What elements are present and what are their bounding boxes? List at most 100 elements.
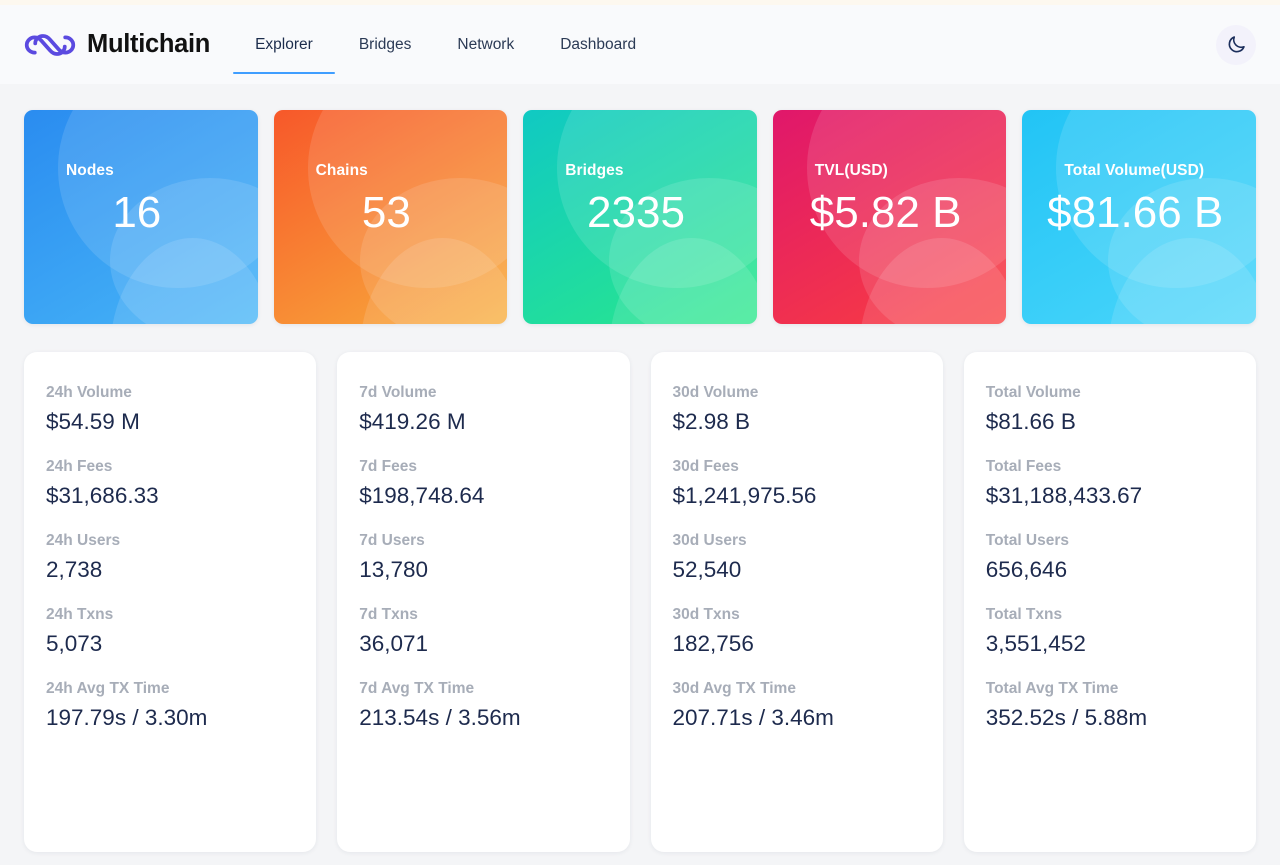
hero-card-value: $81.66 B	[1047, 188, 1224, 237]
metric-label: 24h Avg TX Time	[46, 680, 170, 697]
metric-value: 2,738	[46, 557, 103, 582]
decorative-blob	[110, 238, 258, 324]
metric-label: 7d Users	[359, 532, 425, 549]
metric-value: $198,748.64	[359, 483, 485, 508]
metric-item: 24h Volume $54.59 M	[46, 384, 294, 435]
hero-card-nodes[interactable]: Nodes 16	[24, 110, 258, 324]
main-content: Nodes 16 Chains 53 Bridges 2335 TVL(USD)…	[0, 84, 1280, 865]
nav-label: Explorer	[255, 35, 313, 53]
metric-label: 24h Fees	[46, 458, 113, 475]
metric-label: 30d Avg TX Time	[672, 680, 796, 697]
app-header: Multichain Explorer Bridges Network Dash…	[0, 5, 1280, 84]
metric-item: 30d Avg TX Time 207.71s / 3.46m	[673, 680, 921, 731]
metric-label: Total Users	[985, 532, 1070, 549]
hero-card-value: $5.82 B	[809, 188, 962, 237]
metric-value: 182,756	[672, 631, 754, 656]
decorative-blob	[609, 238, 757, 324]
hero-card-label: Bridges	[565, 162, 624, 179]
metric-label: 30d Txns	[672, 606, 740, 623]
nav-item-dashboard[interactable]: Dashboard	[537, 5, 659, 84]
metric-value: 13,780	[359, 557, 429, 582]
metric-value: 207.71s / 3.46m	[672, 705, 834, 730]
metric-value: $2.98 B	[672, 409, 751, 434]
metric-value: 197.79s / 3.30m	[46, 705, 208, 730]
metric-item: 30d Fees $1,241,975.56	[673, 458, 921, 509]
brand-name: Multichain	[87, 30, 211, 58]
hero-card-value: 16	[112, 188, 162, 237]
metric-label: Total Volume	[985, 384, 1081, 401]
metric-label: 30d Fees	[672, 458, 739, 475]
decorative-blob	[1108, 238, 1256, 324]
metric-item: 7d Fees $198,748.64	[359, 458, 607, 509]
metric-item: 24h Users 2,738	[46, 532, 294, 583]
nav-label: Dashboard	[560, 35, 637, 53]
hero-card-value: 53	[361, 188, 411, 237]
metric-label: 24h Txns	[46, 606, 114, 623]
hero-card-chains[interactable]: Chains 53	[273, 110, 508, 324]
metric-label: 7d Txns	[359, 606, 418, 623]
metric-item: 7d Users 13,780	[359, 532, 607, 583]
metric-item: 7d Avg TX Time 213.54s / 3.56m	[359, 680, 607, 731]
metric-item: Total Txns 3,551,452	[986, 606, 1234, 657]
metric-value: 52,540	[672, 557, 742, 582]
metric-value: $54.59 M	[46, 409, 140, 434]
metric-label: 7d Avg TX Time	[359, 680, 475, 697]
metric-panel-30d: 30d Volume $2.98 B 30d Fees $1,241,975.5…	[650, 352, 943, 852]
header-actions	[1216, 24, 1256, 65]
nav-label: Network	[457, 35, 515, 53]
metric-panel-total: Total Volume $81.66 B Total Fees $31,188…	[963, 352, 1256, 852]
metric-value: $31,686.33	[46, 483, 159, 508]
dark-mode-toggle-button[interactable]	[1216, 24, 1256, 65]
metric-panel-7d: 7d Volume $419.26 M 7d Fees $198,748.64 …	[337, 352, 630, 852]
metric-item: 30d Volume $2.98 B	[673, 384, 921, 435]
decorative-blob	[858, 238, 1007, 324]
hero-card-bridges[interactable]: Bridges 2335	[523, 110, 757, 324]
nav-item-explorer[interactable]: Explorer	[232, 5, 336, 84]
metric-label: 7d Volume	[359, 384, 437, 401]
hero-card-label: Chains	[315, 162, 368, 179]
hero-card-value: 2335	[587, 188, 685, 237]
nav-label: Bridges	[358, 35, 412, 53]
metric-item: 7d Txns 36,071	[359, 606, 607, 657]
metric-item: Total Users 656,646	[986, 532, 1234, 583]
metric-value: 36,071	[359, 631, 429, 656]
hero-card-total-volume[interactable]: Total Volume(USD) $81.66 B	[1022, 110, 1256, 324]
metric-label: Total Fees	[985, 458, 1062, 475]
moon-icon	[1226, 34, 1247, 55]
metric-label: 30d Users	[672, 532, 747, 549]
decorative-blob	[359, 238, 508, 324]
hero-card-label: Total Volume(USD)	[1064, 162, 1205, 179]
metric-value: $419.26 M	[359, 409, 466, 434]
metric-label: Total Txns	[985, 606, 1063, 623]
metric-value: 5,073	[46, 631, 103, 656]
nav-item-bridges[interactable]: Bridges	[336, 5, 435, 84]
multichain-infinity-logo-icon	[22, 28, 78, 62]
hero-card-tvl[interactable]: TVL(USD) $5.82 B	[772, 110, 1007, 324]
metric-value: $31,188,433.67	[985, 483, 1143, 508]
metric-value: $1,241,975.56	[672, 483, 817, 508]
metric-value: 352.52s / 5.88m	[985, 705, 1148, 730]
metric-panels-row: 24h Volume $54.59 M 24h Fees $31,686.33 …	[24, 352, 1256, 852]
hero-card-label: TVL(USD)	[814, 162, 888, 179]
nav-item-network[interactable]: Network	[434, 5, 537, 84]
metric-item: 24h Avg TX Time 197.79s / 3.30m	[46, 680, 294, 731]
metric-label: 30d Volume	[672, 384, 759, 401]
metric-item: 24h Fees $31,686.33	[46, 458, 294, 509]
metric-label: Total Avg TX Time	[985, 680, 1119, 697]
metric-label: 24h Users	[46, 532, 121, 549]
metric-label: 24h Volume	[46, 384, 132, 401]
brand[interactable]: Multichain	[22, 28, 210, 62]
metric-item: 7d Volume $419.26 M	[359, 384, 607, 435]
main-nav: Explorer Bridges Network Dashboard	[232, 5, 659, 84]
metric-item: Total Volume $81.66 B	[986, 384, 1234, 435]
metric-item: Total Fees $31,188,433.67	[986, 458, 1234, 509]
metric-item: Total Avg TX Time 352.52s / 5.88m	[986, 680, 1234, 731]
metric-label: 7d Fees	[359, 458, 417, 475]
metric-value: $81.66 B	[985, 409, 1076, 434]
metric-value: 656,646	[985, 557, 1068, 582]
metric-value: 213.54s / 3.56m	[359, 705, 521, 730]
metric-item: 24h Txns 5,073	[46, 606, 294, 657]
metric-value: 3,551,452	[985, 631, 1086, 656]
metric-item: 30d Txns 182,756	[673, 606, 921, 657]
metric-item: 30d Users 52,540	[673, 532, 921, 583]
